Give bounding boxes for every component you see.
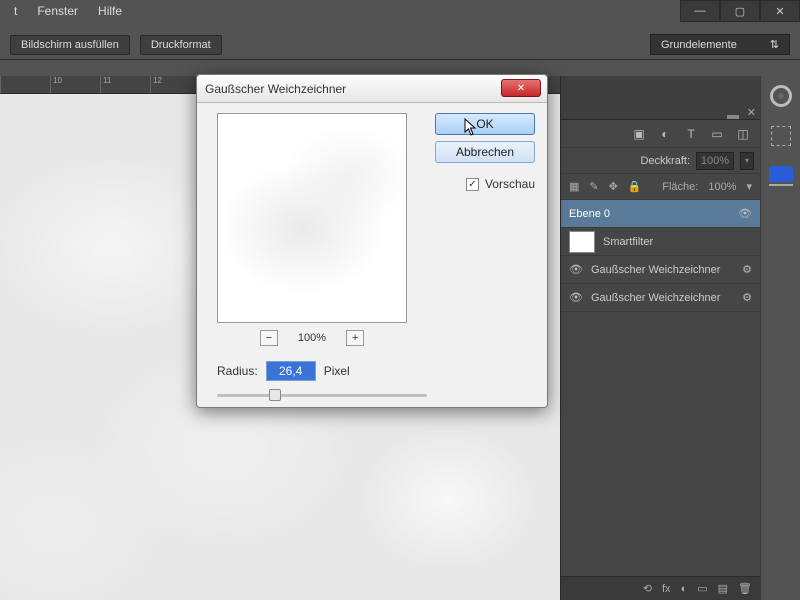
window-controls: — ▢ ✕ [680, 0, 800, 22]
ruler-tick: 12 [150, 76, 200, 93]
radius-row: Radius: Pixel [217, 361, 350, 381]
fx-icon[interactable]: fx [662, 583, 671, 595]
link-layers-icon[interactable]: ⟲ [643, 582, 652, 595]
zoom-value: 100% [298, 332, 326, 344]
opacity-value[interactable]: 100% [696, 152, 734, 170]
cancel-button[interactable]: Abbrechen [435, 141, 535, 163]
radius-slider[interactable] [217, 387, 427, 403]
layer-name: Ebene 0 [569, 208, 610, 220]
lock-move-icon[interactable]: ✥ [609, 180, 618, 193]
zoom-row: − 100% + [217, 327, 407, 349]
dialog-buttons: OK Abbrechen [435, 113, 535, 163]
ok-button[interactable]: OK [435, 113, 535, 135]
filter-row-2[interactable]: 👁 Gaußscher Weichzeichner ⚙ [561, 284, 760, 312]
opacity-label: Deckkraft: [640, 155, 690, 167]
ruler-tick: 10 [50, 76, 100, 93]
filter-type-icon[interactable]: T [684, 127, 698, 141]
preview-checkbox-row[interactable]: ✓ Vorschau [466, 177, 535, 191]
smartfilter-row[interactable]: Smartfilter [561, 228, 760, 256]
new-group-icon[interactable]: ▭ [697, 582, 707, 595]
layers-panel: ✕ ▣ ◐ T ▭ ◫ Deckkraft: 100% ▾ ▦ ✎ ✥ 🔒 Fl… [560, 76, 760, 600]
smartfilter-label: Smartfilter [603, 236, 653, 248]
print-format-button[interactable]: Druckformat [140, 35, 222, 55]
menu-item-truncated[interactable]: t [4, 4, 27, 18]
visibility-eye-icon[interactable]: 👁 [569, 263, 583, 276]
smartfilter-mask-thumb[interactable] [569, 231, 595, 253]
new-layer-icon[interactable]: ▤ [718, 582, 728, 595]
ruler-tick: 11 [100, 76, 150, 93]
filter-image-icon[interactable]: ▣ [632, 127, 646, 141]
zoom-out-button[interactable]: − [260, 330, 278, 346]
window-minimize-button[interactable]: — [680, 0, 720, 22]
slider-thumb[interactable] [269, 389, 281, 401]
fill-screen-button[interactable]: Bildschirm ausfüllen [10, 35, 130, 55]
filter-smart-icon[interactable]: ◫ [736, 127, 750, 141]
filter-adjust-icon[interactable]: ◐ [658, 127, 672, 141]
panel-tabbar: ✕ [561, 76, 760, 120]
gaussian-blur-dialog: Gaußscher Weichzeichner ✕ − 100% + Radiu… [196, 74, 548, 408]
preview-checkbox[interactable]: ✓ [466, 178, 479, 191]
panel-close-icon[interactable]: ✕ [747, 106, 756, 119]
radius-input[interactable] [266, 361, 316, 381]
layer-row-ebene0[interactable]: Ebene 0 👁 [561, 200, 760, 228]
preview-checkbox-label: Vorschau [485, 177, 535, 191]
ruler-tick [0, 76, 50, 93]
filter-preview[interactable] [217, 113, 407, 323]
radius-unit: Pixel [324, 364, 350, 378]
lock-brush-icon[interactable]: ✎ [589, 180, 598, 193]
dialog-title: Gaußscher Weichzeichner [205, 82, 346, 96]
panel-filter-icons: ▣ ◐ T ▭ ◫ [561, 120, 760, 148]
mask-icon[interactable]: ◐ [681, 583, 688, 595]
filter-settings-icon[interactable]: ⚙ [742, 263, 752, 276]
trash-icon[interactable]: 🗑 [738, 582, 752, 595]
chevron-updown-icon: ⇅ [770, 38, 779, 51]
radius-label: Radius: [217, 364, 258, 378]
window-close-button[interactable]: ✕ [760, 0, 800, 22]
filter-settings-icon[interactable]: ⚙ [742, 291, 752, 304]
visibility-eye-icon[interactable]: 👁 [738, 207, 752, 220]
lock-all-icon[interactable]: 🔒 [628, 180, 642, 193]
menu-item-fenster[interactable]: Fenster [27, 4, 88, 18]
fill-value[interactable]: 100% [708, 181, 736, 193]
visibility-eye-icon[interactable]: 👁 [569, 291, 583, 304]
filter-row-1[interactable]: 👁 Gaußscher Weichzeichner ⚙ [561, 256, 760, 284]
layers-footer: ⟲ fx ◐ ▭ ▤ 🗑 [561, 576, 760, 600]
dialog-close-button[interactable]: ✕ [501, 79, 541, 97]
dialog-titlebar[interactable]: Gaußscher Weichzeichner ✕ [197, 75, 547, 103]
opacity-row: Deckkraft: 100% ▾ [561, 148, 760, 174]
fill-label: Fläche: [662, 181, 698, 193]
right-toolbar [760, 76, 800, 600]
zoom-in-button[interactable]: + [346, 330, 364, 346]
filter-name: Gaußscher Weichzeichner [591, 292, 720, 304]
slider-track [217, 394, 427, 397]
transform-icon[interactable] [761, 116, 800, 156]
color-wheel-icon[interactable] [761, 76, 800, 116]
lock-row: ▦ ✎ ✥ 🔒 Fläche: 100% ▾ [561, 174, 760, 200]
fill-dropdown-icon[interactable]: ▾ [746, 180, 752, 193]
swatch-icon[interactable] [761, 156, 800, 196]
dialog-body: − 100% + Radius: Pixel OK Abbrechen ✓ Vo… [197, 103, 547, 407]
panel-tab-indicator[interactable] [727, 115, 739, 119]
workspace-dropdown-label: Grundelemente [661, 39, 737, 51]
opacity-dropdown-icon[interactable]: ▾ [740, 152, 754, 170]
lock-pixels-icon[interactable]: ▦ [569, 180, 579, 193]
options-bar: Bildschirm ausfüllen Druckformat Grundel… [0, 30, 800, 60]
menubar: t Fenster Hilfe [0, 0, 680, 22]
filter-shape-icon[interactable]: ▭ [710, 127, 724, 141]
menu-item-hilfe[interactable]: Hilfe [88, 4, 132, 18]
window-maximize-button[interactable]: ▢ [720, 0, 760, 22]
workspace-dropdown[interactable]: Grundelemente ⇅ [650, 34, 790, 55]
filter-name: Gaußscher Weichzeichner [591, 264, 720, 276]
